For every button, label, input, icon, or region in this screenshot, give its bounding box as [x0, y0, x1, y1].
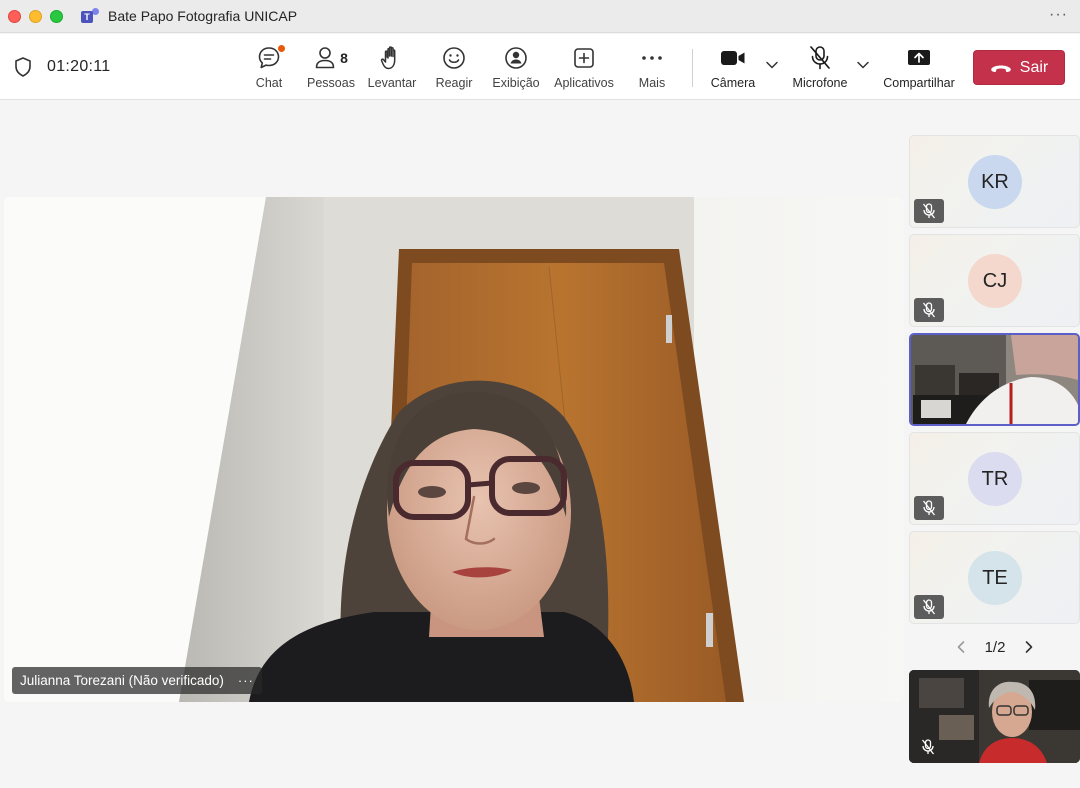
muted-mic-icon	[914, 595, 944, 619]
minimize-window-button[interactable]	[29, 9, 42, 23]
participant-tile[interactable]: KR	[909, 135, 1080, 228]
microphone-button[interactable]: Microfone	[789, 44, 851, 94]
toolbar-divider	[692, 49, 693, 87]
participant-video-tile-active[interactable]	[909, 333, 1080, 426]
next-page-chevron-right-icon[interactable]	[1023, 640, 1035, 654]
apps-button[interactable]: Aplicativos	[552, 44, 616, 94]
teams-logo-letter: T	[81, 11, 93, 23]
react-label: Reagir	[435, 76, 473, 90]
leave-label: Sair	[1019, 58, 1049, 76]
more-icon	[640, 44, 664, 72]
view-button[interactable]: Exibição	[490, 44, 542, 94]
raise-hand-icon	[380, 44, 404, 72]
page-indicator: 1/2	[984, 638, 1006, 656]
avatar: KR	[968, 155, 1022, 209]
maximize-window-button[interactable]	[50, 9, 63, 23]
muted-mic-icon	[914, 496, 944, 520]
participant-tile[interactable]: TR	[909, 432, 1080, 525]
mic-options-chevron-down-icon[interactable]	[856, 60, 870, 70]
participant-video-frame	[4, 197, 904, 702]
share-button[interactable]: Compartilhar	[880, 44, 958, 94]
leave-button[interactable]: Sair	[973, 50, 1065, 85]
participant-video-thumbnail	[911, 335, 1078, 424]
raise-hand-button[interactable]: Levantar	[367, 44, 417, 94]
chat-icon	[256, 44, 285, 72]
muted-mic-icon	[914, 298, 944, 322]
microphone-label: Microfone	[792, 76, 848, 90]
shield-icon	[15, 57, 31, 77]
avatar: TE	[968, 551, 1022, 605]
title-bar: T Bate Papo Fotografia UNICAP ···	[0, 0, 1080, 33]
hang-up-icon	[991, 65, 1011, 72]
mic-off-icon	[808, 44, 832, 72]
share-screen-icon	[907, 44, 931, 72]
window-more-icon[interactable]: ···	[1049, 6, 1068, 24]
people-label: Pessoas	[307, 76, 355, 90]
window-title: Bate Papo Fotografia UNICAP	[108, 8, 298, 24]
avatar: CJ	[968, 254, 1022, 308]
add-apps-icon	[572, 44, 596, 72]
people-button[interactable]: 8 Pessoas	[305, 44, 357, 94]
react-button[interactable]: Reagir	[433, 44, 475, 94]
chat-unread-badge	[278, 45, 285, 52]
people-icon: 8	[314, 44, 348, 72]
camera-button[interactable]: Câmera	[708, 44, 758, 94]
video-camera-icon	[720, 44, 746, 72]
close-window-button[interactable]	[8, 9, 21, 23]
participant-tile[interactable]: CJ	[909, 234, 1080, 327]
meeting-timer: 01:20:11	[47, 58, 111, 75]
self-video-preview[interactable]	[909, 670, 1080, 763]
view-icon	[504, 44, 528, 72]
apps-label: Aplicativos	[554, 76, 614, 90]
participant-name-tag: Julianna Torezani (Não verificado) ···	[12, 667, 262, 694]
share-label: Compartilhar	[883, 76, 955, 90]
participant-name: Julianna Torezani (Não verificado)	[20, 673, 224, 688]
window-controls	[8, 9, 63, 23]
muted-mic-icon	[914, 199, 944, 223]
participant-tile[interactable]: TE	[909, 531, 1080, 624]
camera-label: Câmera	[710, 76, 756, 90]
chat-button[interactable]: Chat	[253, 44, 285, 94]
teams-logo-icon: T	[81, 8, 99, 24]
self-muted-mic-icon	[913, 735, 943, 759]
participant-more-options-icon[interactable]: ···	[238, 673, 254, 688]
camera-options-chevron-down-icon[interactable]	[765, 60, 779, 70]
more-button[interactable]: Mais	[634, 44, 670, 94]
raise-hand-label: Levantar	[367, 76, 417, 90]
main-video-feed[interactable]: Julianna Torezani (Não verificado) ···	[4, 197, 904, 702]
tile-pager: 1/2	[955, 636, 1035, 658]
previous-page-chevron-left-icon[interactable]	[955, 640, 967, 654]
more-label: Mais	[638, 76, 666, 90]
chat-label: Chat	[255, 76, 283, 90]
view-label: Exibição	[492, 76, 540, 90]
meeting-toolbar: 01:20:11 Chat 8 Pessoas Levantar Reagir …	[0, 34, 1080, 100]
people-count: 8	[340, 50, 348, 66]
avatar: TR	[968, 452, 1022, 506]
smiley-icon	[442, 44, 466, 72]
